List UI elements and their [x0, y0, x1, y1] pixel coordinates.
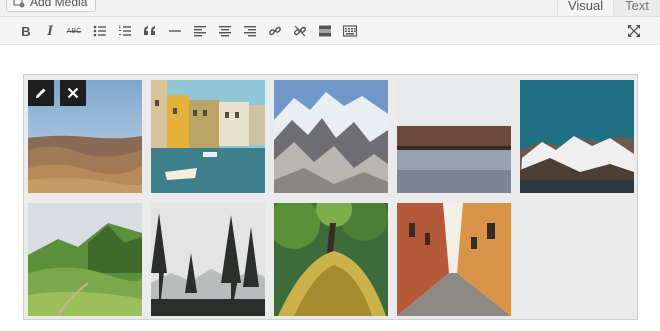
lake-shore-image — [397, 80, 511, 193]
tree-trunk-image — [274, 203, 388, 316]
blockquote-button[interactable] — [142, 23, 158, 39]
numbered-list-icon — [119, 25, 131, 36]
green-hills-image — [28, 203, 142, 316]
editor-content[interactable] — [0, 45, 660, 331]
media-icon — [13, 0, 25, 8]
add-media-label: Add Media — [30, 0, 88, 9]
narrow-street-image — [397, 203, 511, 316]
link-icon — [269, 26, 281, 36]
close-icon — [67, 87, 79, 99]
bullet-list-button[interactable] — [92, 23, 108, 39]
align-right-icon — [244, 26, 256, 37]
canal-houses-image — [151, 80, 265, 193]
gallery-image-green-hills[interactable] — [28, 203, 142, 316]
read-more-icon — [319, 25, 331, 37]
bold-button[interactable]: B — [18, 23, 34, 39]
italic-button[interactable]: I — [42, 23, 58, 39]
gallery-image-canal-houses[interactable] — [151, 80, 265, 193]
keyboard-icon — [343, 25, 357, 37]
fullscreen-button[interactable] — [626, 23, 642, 39]
editor: B I ABC — [0, 16, 660, 331]
horizontal-line-icon — [169, 30, 181, 32]
tab-text[interactable]: Text — [614, 0, 660, 16]
quote-icon — [144, 26, 155, 35]
bullet-list-icon — [93, 25, 106, 37]
gallery[interactable] — [23, 74, 638, 320]
editor-header: Add Media Visual Text — [0, 0, 660, 16]
misty-forest-image — [151, 203, 265, 316]
toolbar: B I ABC — [0, 17, 660, 45]
fullscreen-icon — [628, 25, 640, 37]
strikethrough-button[interactable]: ABC — [66, 23, 82, 39]
tab-visual[interactable]: Visual — [556, 0, 615, 16]
gallery-image-desert-landscape[interactable] — [28, 80, 142, 193]
read-more-button[interactable] — [317, 23, 333, 39]
add-media-button[interactable]: Add Media — [6, 0, 97, 12]
gallery-image-lake-shore[interactable] — [397, 80, 511, 193]
remove-link-button[interactable] — [292, 23, 308, 39]
gallery-image-snowy-mountains[interactable] — [274, 80, 388, 193]
gallery-image-misty-forest[interactable] — [151, 203, 265, 316]
unlink-icon — [294, 25, 306, 37]
insert-link-button[interactable] — [267, 23, 283, 39]
gallery-image-tree-trunk[interactable] — [274, 203, 388, 316]
align-left-button[interactable] — [192, 23, 208, 39]
pencil-icon — [36, 88, 46, 98]
horizontal-line-button[interactable] — [167, 23, 183, 39]
align-center-icon — [219, 26, 231, 37]
editor-tabs: Visual Text — [556, 0, 660, 16]
align-left-icon — [194, 26, 206, 37]
align-center-button[interactable] — [217, 23, 233, 39]
numbered-list-button[interactable] — [117, 23, 133, 39]
align-right-button[interactable] — [242, 23, 258, 39]
mountain-coast-image — [520, 80, 634, 193]
gallery-image-mountain-coast[interactable] — [520, 80, 634, 193]
toolbar-toggle-button[interactable] — [342, 23, 358, 39]
remove-gallery-button[interactable] — [60, 80, 86, 106]
gallery-image-narrow-street[interactable] — [397, 203, 511, 316]
snowy-mountains-image — [274, 80, 388, 193]
edit-gallery-button[interactable] — [28, 80, 54, 106]
